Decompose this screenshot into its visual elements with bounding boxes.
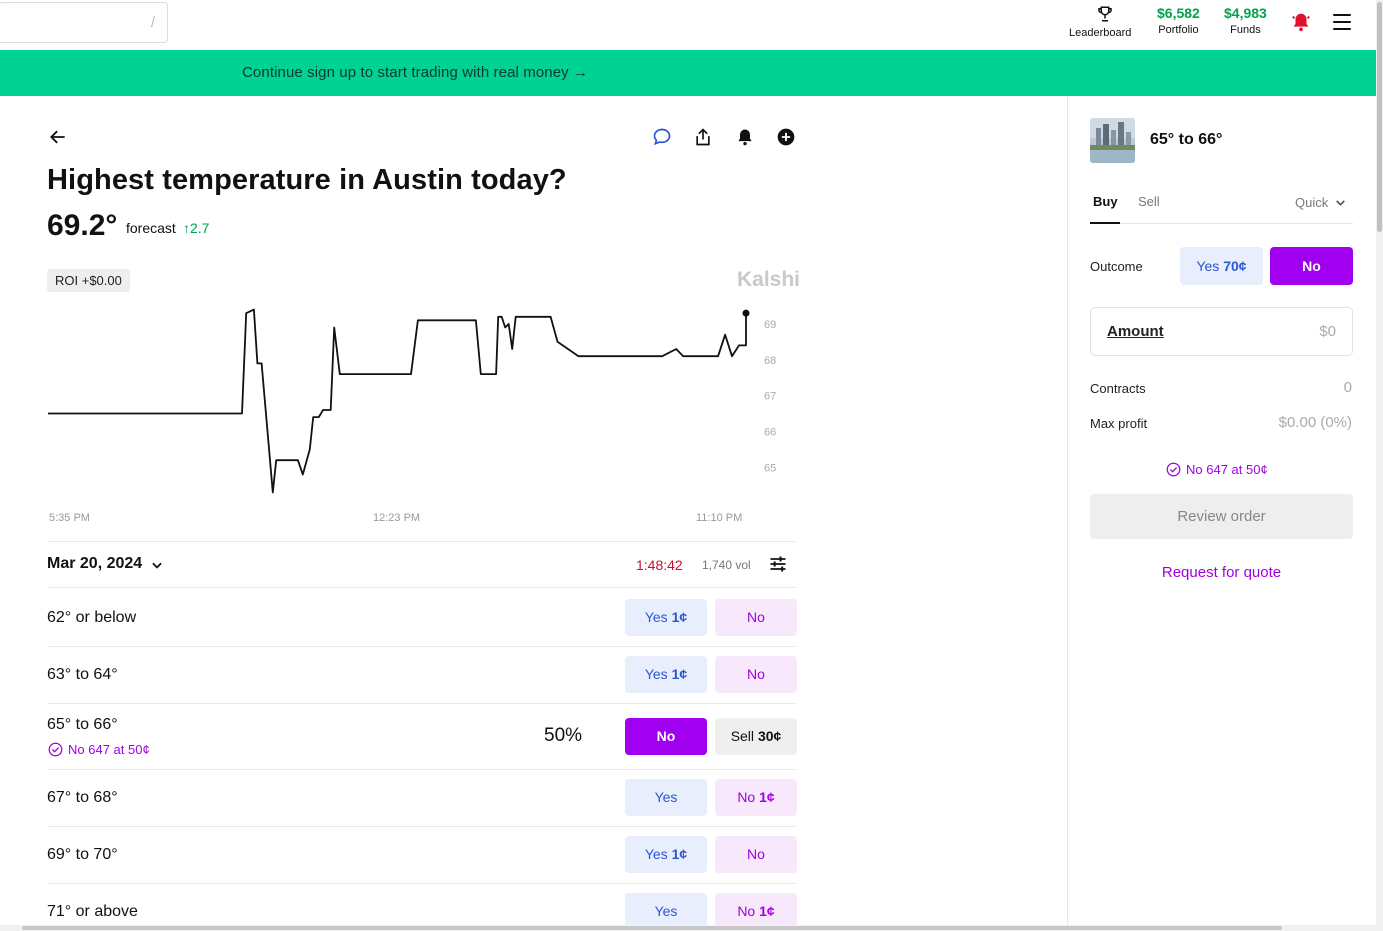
buy-yes-button[interactable]: Yes xyxy=(625,779,707,816)
price-line xyxy=(48,308,747,494)
tabs-baseline xyxy=(1090,223,1353,224)
buy-no-button[interactable]: No 1¢ xyxy=(715,779,797,816)
latest-point xyxy=(742,309,750,317)
y-tick-label: 67 xyxy=(764,391,776,403)
search-shortcut: / xyxy=(150,14,155,31)
amount-label: Amount xyxy=(1107,323,1164,340)
forecast-label: forecast xyxy=(126,220,176,236)
filter-sliders-icon[interactable] xyxy=(768,554,788,574)
tab-buy[interactable]: Buy xyxy=(1093,194,1118,209)
request-quote-link[interactable]: Request for quote xyxy=(1090,564,1353,581)
review-order-button[interactable]: Review order xyxy=(1090,494,1353,539)
portfolio-link[interactable]: $6,582 Portfolio xyxy=(1157,4,1200,38)
portfolio-value: $6,582 xyxy=(1157,5,1200,21)
outcome-label[interactable]: 63° to 64° xyxy=(47,666,118,684)
probability-value: 50% xyxy=(544,725,583,746)
check-circle-icon xyxy=(1166,462,1181,477)
divider xyxy=(47,703,796,704)
comment-icon[interactable] xyxy=(652,127,672,147)
contracts-value: 0 xyxy=(1343,379,1352,396)
signup-banner-text[interactable]: Continue sign up to start trading with r… xyxy=(242,64,588,81)
notification-bell-icon[interactable] xyxy=(1290,11,1312,33)
volume-label: 1,740 vol xyxy=(702,558,751,572)
x-tick-label: 11:10 PM xyxy=(696,512,742,524)
x-tick-label: 5:35 PM xyxy=(49,512,90,524)
contracts-label: Contracts xyxy=(1090,381,1146,396)
buy-no-button-selected[interactable]: No xyxy=(625,718,707,755)
position-note: No 647 at 50¢ xyxy=(48,742,150,757)
divider xyxy=(47,646,796,647)
price-chart[interactable]: 65 66 67 68 69 5:35 PM 12:23 PM 11:10 PM xyxy=(40,296,800,536)
leaderboard-label: Leaderboard xyxy=(1069,27,1132,39)
vertical-scrollbar[interactable] xyxy=(1376,0,1383,931)
brand-watermark: Kalshi xyxy=(737,268,801,291)
panel-divider xyxy=(1067,96,1068,925)
divider xyxy=(47,769,796,770)
roi-badge: ROI +$0.00 xyxy=(47,269,130,292)
buy-yes-button[interactable]: Yes 1¢ xyxy=(625,599,707,636)
outcome-label[interactable]: 62° or below xyxy=(47,609,136,627)
side-no-button[interactable]: No xyxy=(1270,247,1353,285)
active-tab-indicator xyxy=(1090,222,1120,224)
y-tick-label: 68 xyxy=(764,355,776,367)
y-tick-label: 69 xyxy=(764,319,776,331)
selected-outcome-title: 65° to 66° xyxy=(1150,131,1223,148)
x-tick-label: 12:23 PM xyxy=(373,512,420,524)
forecast-change: ↑2.7 xyxy=(183,220,210,236)
divider xyxy=(47,826,796,827)
buy-no-button[interactable]: No xyxy=(715,656,797,693)
date-selector[interactable]: Mar 20, 2024 xyxy=(47,555,142,573)
outcome-label[interactable]: 69° to 70° xyxy=(47,846,118,864)
divider xyxy=(47,883,796,884)
buy-no-button[interactable]: No xyxy=(715,836,797,873)
side-yes-button[interactable]: Yes 70¢ xyxy=(1180,247,1263,285)
menu-icon[interactable] xyxy=(1333,14,1351,30)
funds-link[interactable]: $4,983 Funds xyxy=(1224,4,1267,38)
buy-yes-button[interactable]: Yes 1¢ xyxy=(625,656,707,693)
share-icon[interactable] xyxy=(693,127,713,147)
search-input[interactable]: / xyxy=(0,2,168,43)
amount-value[interactable]: $0 xyxy=(1319,323,1336,340)
max-profit-value: $0.00 (0%) xyxy=(1278,414,1352,431)
tab-sell[interactable]: Sell xyxy=(1138,194,1160,209)
horizontal-scrollbar[interactable] xyxy=(0,925,1376,931)
outcome-field-label: Outcome xyxy=(1090,259,1143,274)
outcome-label[interactable]: 65° to 66° xyxy=(47,716,118,734)
y-tick-label: 65 xyxy=(764,462,776,474)
chevron-down-icon[interactable] xyxy=(150,558,164,572)
sell-button[interactable]: Sell 30¢ xyxy=(715,718,797,755)
add-icon[interactable] xyxy=(776,127,796,147)
max-profit-label: Max profit xyxy=(1090,416,1148,431)
order-mode-select[interactable]: Quick xyxy=(1295,195,1328,210)
divider xyxy=(47,541,796,542)
amount-input[interactable]: Amount $0 xyxy=(1090,307,1353,356)
funds-value: $4,983 xyxy=(1224,5,1267,21)
outcome-label[interactable]: 71° or above xyxy=(47,903,138,921)
market-title: Highest temperature in Austin today? xyxy=(47,164,567,196)
trophy-icon xyxy=(1098,6,1112,22)
buy-yes-button[interactable]: Yes 1¢ xyxy=(625,836,707,873)
buy-no-button[interactable]: No xyxy=(715,599,797,636)
top-bar: / Leaderboard $6,582 Portfolio $4,983 Fu… xyxy=(0,0,1376,50)
y-tick-label: 66 xyxy=(764,426,776,438)
portfolio-label: Portfolio xyxy=(1158,24,1199,36)
divider xyxy=(47,587,796,588)
funds-label: Funds xyxy=(1230,24,1261,36)
back-arrow-icon[interactable] xyxy=(48,127,68,147)
chevron-down-icon[interactable] xyxy=(1334,196,1347,209)
forecast-value: 69.2° xyxy=(47,209,118,242)
side-position-note: No 647 at 50¢ xyxy=(1166,462,1268,477)
bell-icon[interactable] xyxy=(735,127,755,147)
signup-banner[interactable]: Continue sign up to start trading with r… xyxy=(0,50,1376,96)
countdown-timer: 1:48:42 xyxy=(636,557,683,573)
outcome-label[interactable]: 67° to 68° xyxy=(47,789,118,807)
market-thumbnail xyxy=(1090,118,1135,163)
check-circle-icon xyxy=(48,742,63,757)
